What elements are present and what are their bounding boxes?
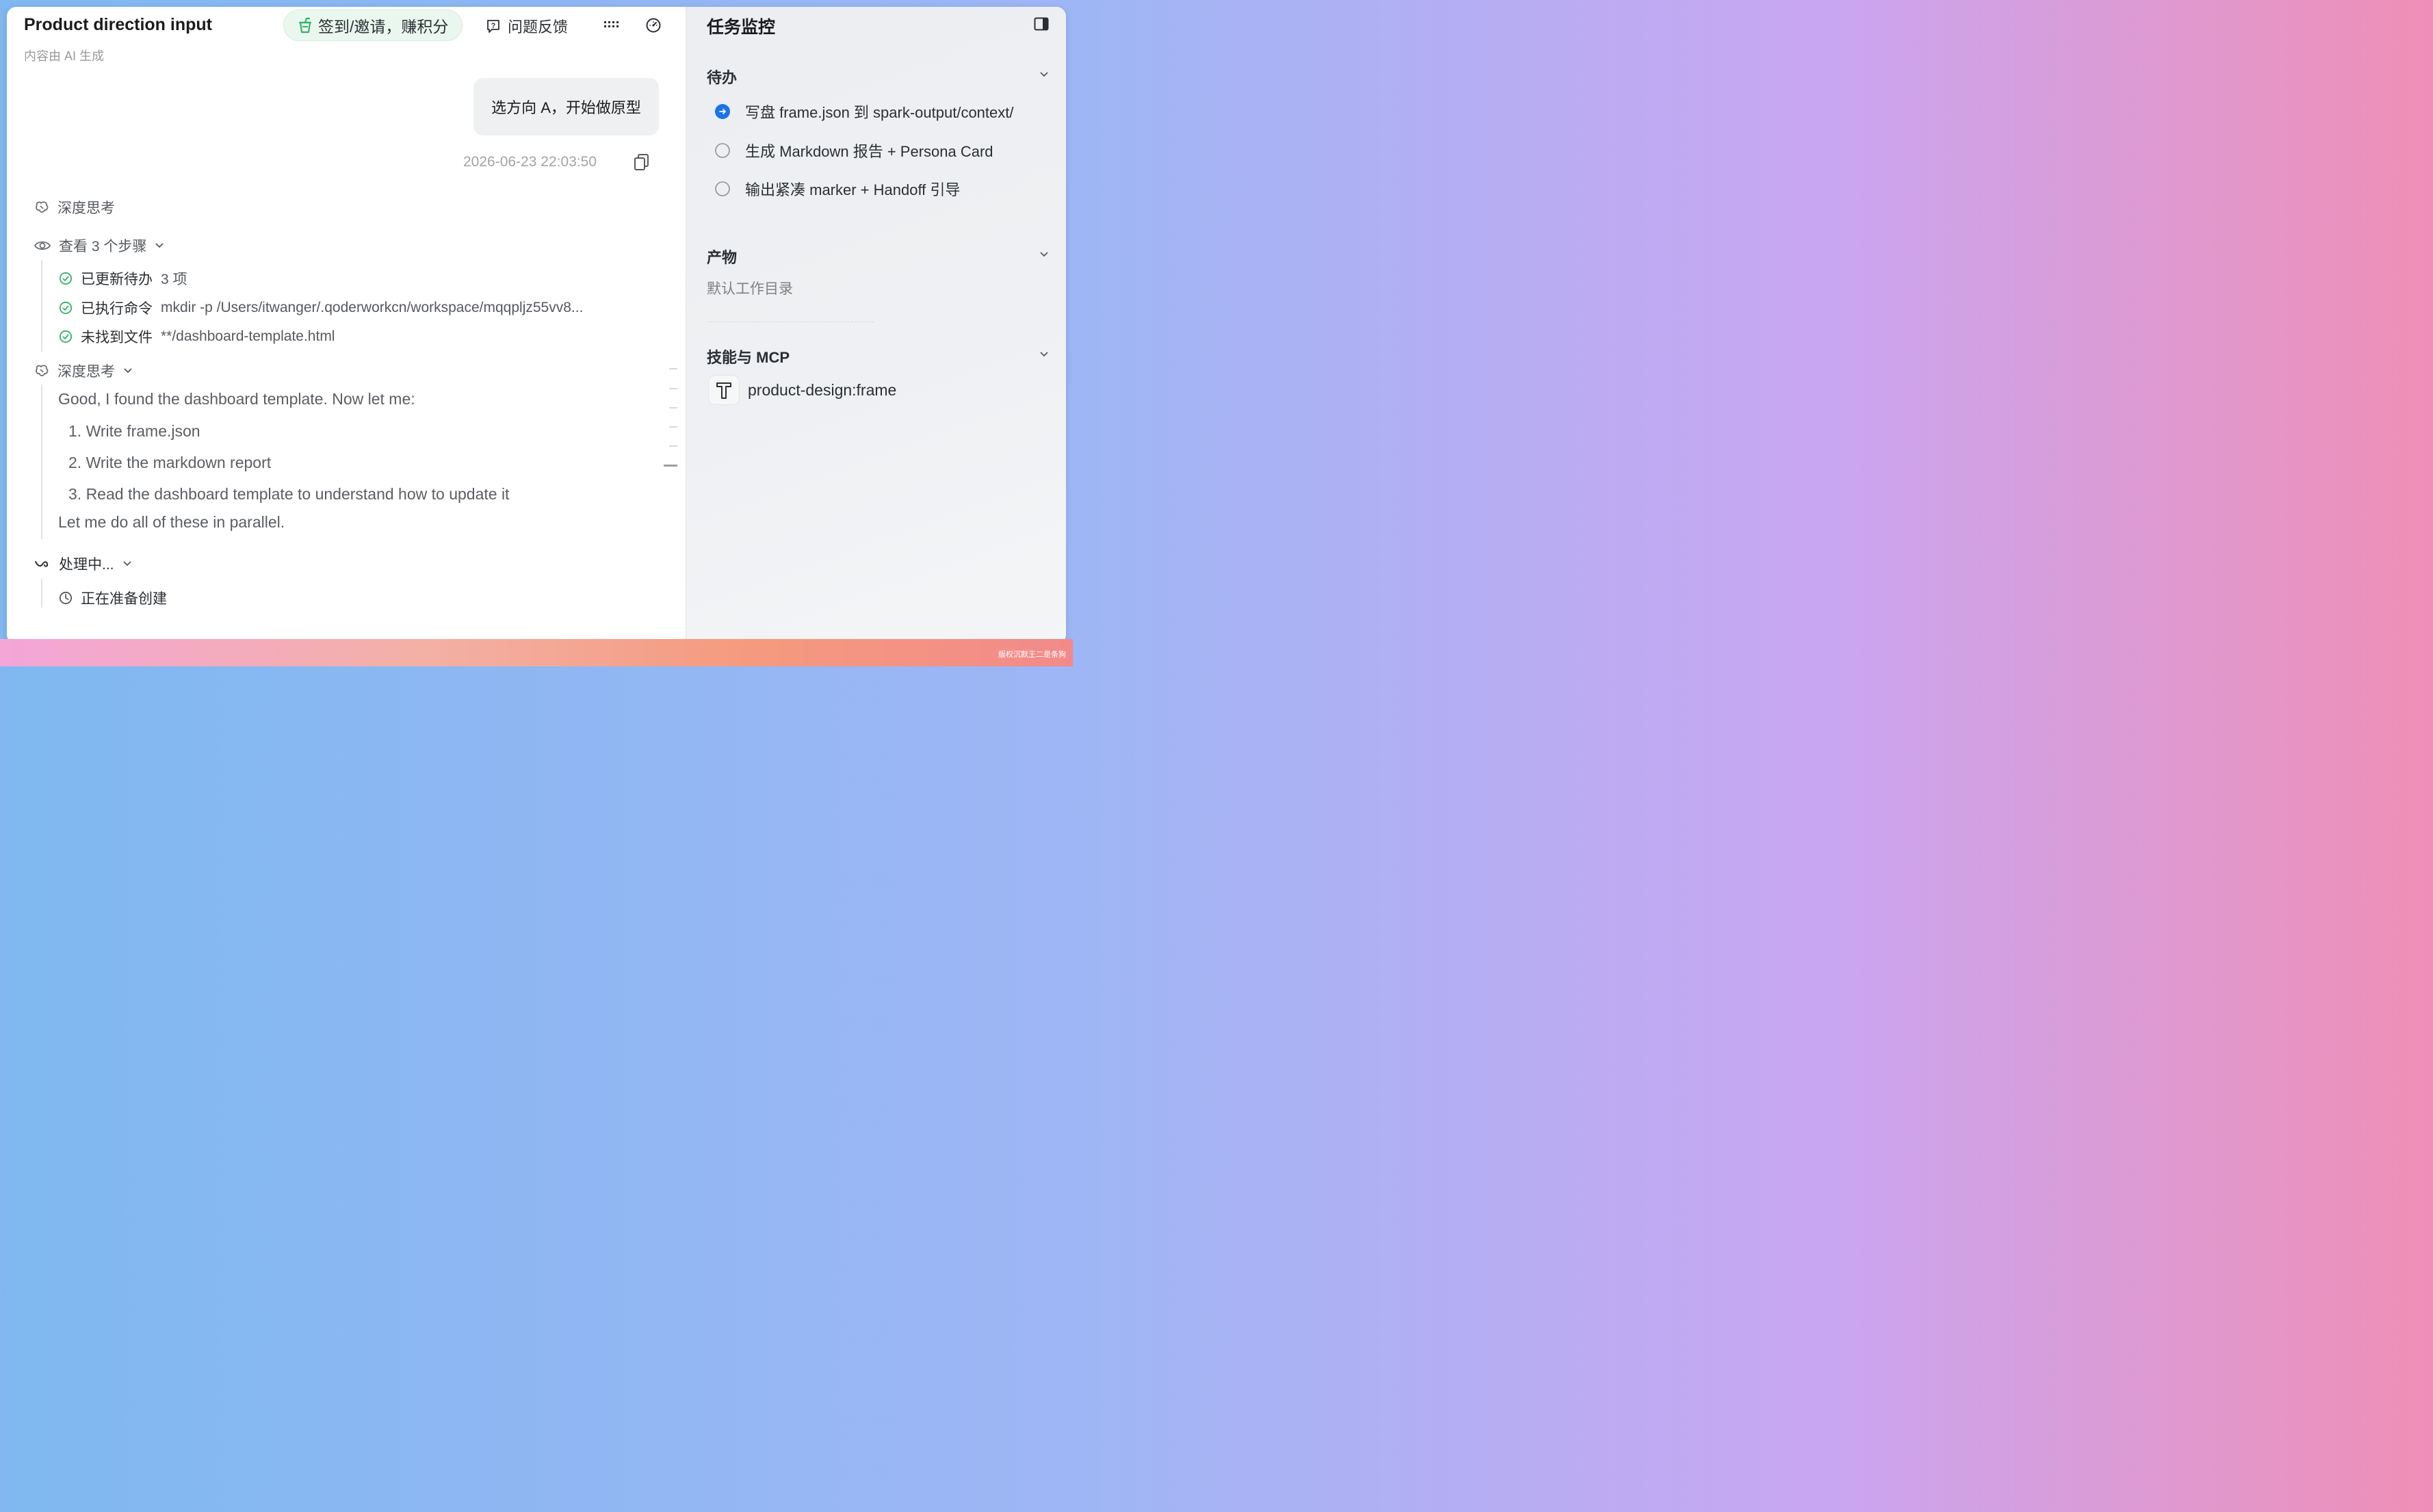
ai-generated-note: 内容由 AI 生成: [24, 49, 105, 63]
chevron-down-icon[interactable]: [1039, 70, 1049, 79]
hammer-icon: [716, 382, 731, 399]
step-item: 已更新待办 3 项: [59, 268, 187, 289]
step-detail: **/dashboard-template.html: [161, 328, 335, 344]
skill-item[interactable]: product-design:frame: [708, 375, 896, 405]
step-label: 未找到文件: [81, 330, 153, 346]
svg-text:?: ?: [491, 22, 496, 30]
step-item: 未找到文件 **/dashboard-template.html: [59, 326, 335, 347]
minimap-tick[interactable]: [669, 407, 677, 408]
deep-think-label-2: 深度思考: [57, 364, 115, 380]
feedback-button[interactable]: ? 问题反馈: [486, 15, 568, 37]
dashboard-button[interactable]: [645, 16, 662, 34]
step-label: 已执行命令: [81, 301, 153, 317]
chevron-down-icon: [155, 243, 164, 248]
step-label: 已更新待办: [81, 272, 153, 287]
user-message-bubble: 选方向 A，开始做原型: [473, 78, 659, 135]
thinking-item: 1. Write frame.json: [68, 422, 200, 440]
todo-item[interactable]: 输出紧凑 marker + Handoff 引导: [715, 178, 960, 200]
step-detail: mkdir -p /Users/itwanger/.qoderworkcn/wo…: [161, 300, 584, 315]
outputs-heading: 产物: [707, 249, 738, 266]
minimap-tick[interactable]: [669, 426, 677, 428]
thinking-intro: Good, I found the dashboard template. No…: [58, 390, 415, 408]
message-timestamp: 2026-06-23 22:03:50: [463, 154, 597, 170]
chevron-down-icon[interactable]: [1039, 350, 1049, 359]
thinking-item: 2. Write the markdown report: [68, 454, 272, 471]
check-circle-icon: [59, 301, 73, 315]
feedback-label: 问题反馈: [508, 18, 569, 36]
view-steps-label: 查看 3 个步骤: [59, 239, 147, 255]
user-message-text: 选方向 A，开始做原型: [491, 99, 641, 116]
deep-think-row-1[interactable]: 深度思考: [34, 197, 115, 218]
step-item: 已执行命令 mkdir -p /Users/itwanger/.qoderwor…: [59, 298, 583, 318]
clock-icon: [59, 591, 73, 605]
page-title: Product direction input: [24, 15, 212, 34]
keyboard-icon: [604, 21, 619, 27]
brain-icon: [36, 365, 49, 376]
chevron-down-icon: [124, 368, 132, 374]
app-window: Product direction input 内容由 AI 生成 签到/邀请，…: [7, 7, 1066, 644]
gauge-icon: [646, 18, 661, 33]
sidebar-title: 任务监控: [707, 18, 776, 37]
thinking-item: 3. Read the dashboard template to unders…: [68, 485, 510, 503]
deep-think-row-2[interactable]: 深度思考: [34, 361, 133, 381]
pending-task-icon: [715, 181, 730, 196]
processing-step-label: 正在准备创建: [81, 591, 167, 607]
todo-item[interactable]: 写盘 frame.json 到 spark-output/context/: [715, 101, 1014, 122]
todo-label: 生成 Markdown 报告 + Persona Card: [745, 143, 993, 160]
todo-label: 写盘 frame.json 到 spark-output/context/: [745, 104, 1014, 121]
feedback-icon: ?: [487, 20, 499, 33]
squiggle-icon: [35, 561, 49, 567]
watermark: 版权沉默王二是条狗: [998, 651, 1066, 659]
skill-badge: [708, 375, 740, 405]
chat-panel: Product direction input 内容由 AI 生成 签到/邀请，…: [7, 7, 686, 644]
invite-label: 签到/邀请，赚积分: [318, 18, 449, 36]
step-detail: 3 项: [161, 272, 187, 287]
desktop-bottom-glow: [0, 639, 1073, 666]
eye-icon: [34, 241, 51, 250]
todo-item[interactable]: 生成 Markdown 报告 + Persona Card: [715, 140, 993, 161]
toggle-panel-icon[interactable]: [1034, 16, 1049, 31]
minimap-tick[interactable]: [669, 388, 677, 389]
keyboard-button[interactable]: [602, 16, 620, 34]
chevron-down-icon[interactable]: [1039, 250, 1049, 259]
minimap-tick[interactable]: [669, 445, 677, 447]
todo-heading: 待办: [707, 69, 738, 86]
check-circle-icon: [59, 272, 73, 285]
processing-step: 正在准备创建: [59, 588, 167, 608]
check-circle-icon: [59, 330, 73, 343]
minimap-current-tick[interactable]: [664, 465, 677, 467]
view-steps-toggle[interactable]: 查看 3 个步骤: [34, 235, 164, 256]
brain-icon: [36, 201, 49, 213]
deep-think-label-1: 深度思考: [57, 200, 115, 216]
outputs-empty-text: 默认工作目录: [707, 281, 793, 297]
processing-label: 处理中...: [59, 557, 114, 573]
steps-guide-line: [41, 260, 42, 352]
cup-icon: [298, 17, 312, 34]
chevron-down-icon: [122, 561, 131, 566]
checkin-invite-button[interactable]: 签到/邀请，赚积分: [283, 10, 463, 41]
thinking-guide-line: [41, 384, 42, 539]
skills-heading: 技能与 MCP: [707, 349, 790, 366]
todo-label: 输出紧凑 marker + Handoff 引导: [745, 181, 961, 198]
processing-guide-line: [41, 579, 42, 608]
task-monitor-panel: 任务监控 待办 写盘 frame.json 到 spark-output/con…: [686, 7, 1066, 644]
skill-name: product-design:frame: [748, 380, 897, 399]
active-task-icon: [715, 104, 730, 119]
processing-row[interactable]: 处理中...: [34, 553, 132, 574]
copy-icon[interactable]: [634, 153, 650, 171]
thinking-outro: Let me do all of these in parallel.: [58, 513, 285, 531]
pending-task-icon: [715, 143, 730, 158]
minimap-tick[interactable]: [669, 368, 677, 369]
